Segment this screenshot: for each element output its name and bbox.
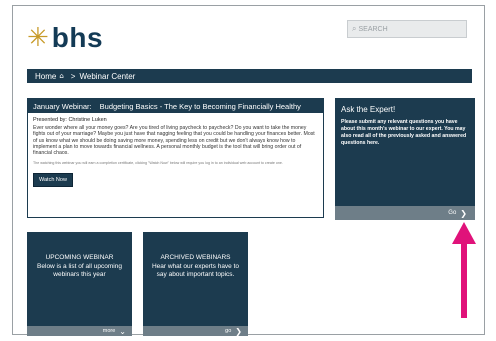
ask-expert-text: Please submit any relevant questions you… [341,119,467,146]
webinar-fine-print: The watching this webinar you will earn … [33,161,283,166]
breadcrumb-home[interactable]: Home [35,72,56,81]
home-icon[interactable]: ⌂ [59,72,63,80]
search-input[interactable] [358,25,459,33]
watch-now-button[interactable]: Watch Now [33,172,73,187]
breadcrumb-separator: > [70,71,76,81]
webinar-panel: January Webinar: Budgeting Basics - The … [27,98,324,218]
webinar-month: January Webinar: [33,101,92,111]
arrow-up-icon [452,222,476,318]
archived-webinars-tile[interactable]: ARCHIVED WEBINARS Hear what our experts … [143,232,248,336]
archived-go-button[interactable]: go ❯ [143,326,248,336]
upcoming-webinar-tile[interactable]: UPCOMING WEBINAR Below is a list of all … [27,232,132,336]
logo[interactable]: ✳ bhs [27,24,103,52]
logo-text: bhs [51,22,104,53]
chevron-down-icon: ⌄ [119,326,126,336]
ask-expert-panel: Ask the Expert! Please submit any releva… [335,98,475,220]
page-frame: ✳ bhs ⌕ Home ⌂ > Webinar Center January … [12,5,485,336]
ask-expert-go-button[interactable]: Go ❯ [335,206,475,220]
webinar-presenter: Presented by: Christine Luken [33,117,107,123]
chevron-right-icon: ❯ [235,326,242,336]
tile-title: ARCHIVED WEBINARS [160,254,231,261]
tile-description: Hear what our experts have to say about … [151,263,240,278]
webinar-header: January Webinar: Budgeting Basics - The … [28,99,323,113]
upcoming-more-button[interactable]: more ⌄ [27,326,132,336]
tile-foot-label: go [225,328,232,334]
ask-expert-title: Ask the Expert! [341,105,396,114]
search-icon: ⌕ [352,24,357,33]
search-box[interactable]: ⌕ [347,20,467,38]
ask-go-label: Go [448,210,457,216]
chevron-right-icon: ❯ [460,208,467,218]
breadcrumb-current: Webinar Center [79,71,136,81]
tile-title: UPCOMING WEBINAR [45,254,114,261]
logo-star-icon: ✳ [27,23,49,53]
tile-foot-label: more [102,328,116,334]
webinar-topic: Budgeting Basics - The Key to Becoming F… [99,101,301,111]
tile-description: Below is a list of all upcoming webinars… [37,263,122,278]
webinar-description: Ever wonder where all your money goes? A… [33,125,315,157]
breadcrumb: Home ⌂ > Webinar Center [27,69,472,83]
